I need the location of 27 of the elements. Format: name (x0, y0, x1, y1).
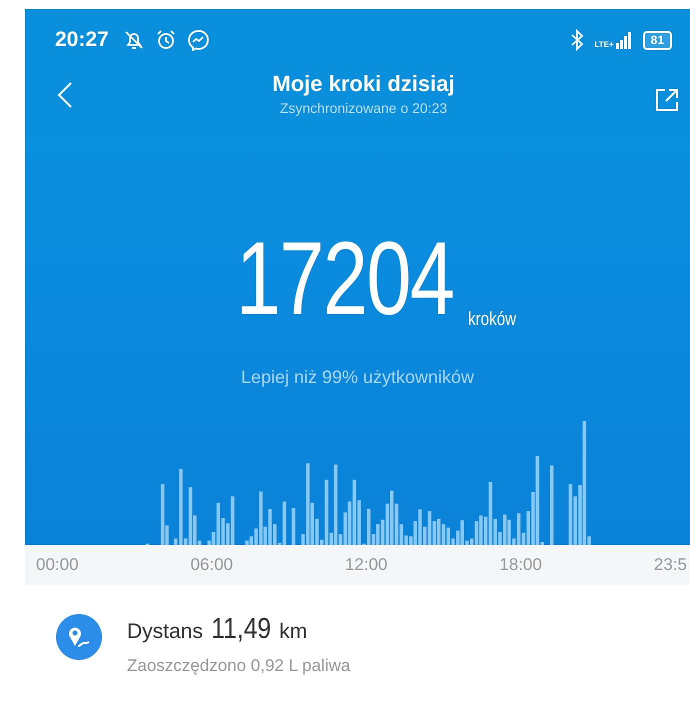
distance-unit: km (279, 620, 308, 644)
page-title: Moje kroki dzisiaj (272, 71, 455, 97)
status-time: 20:27 (55, 28, 109, 52)
step-unit: kroków (468, 308, 516, 331)
sync-time: Zsynchronizowane o 20:23 (280, 100, 448, 116)
time-label: 23:5 (654, 555, 687, 575)
notifications-off-icon (122, 29, 145, 51)
alarm-icon (154, 29, 177, 51)
signal-icon (614, 31, 633, 49)
time-label: 06:00 (190, 555, 234, 575)
battery-indicator: 81 (642, 30, 672, 50)
comparison-text: Lepiej niż 99% użytkowników (240, 366, 474, 388)
distance-label: Dystans (127, 620, 203, 644)
step-bar (174, 538, 178, 545)
bluetooth-icon (570, 29, 584, 51)
messenger-icon (186, 29, 209, 51)
fuel-saved-text: Zaoszczędzono 0,92 L paliwa (127, 656, 350, 676)
share-button[interactable] (654, 87, 680, 113)
location-icon (55, 613, 103, 661)
step-count: 17204 (236, 233, 454, 327)
network-type: LTE+ (594, 41, 614, 49)
time-label: 00:00 (36, 555, 80, 575)
back-button[interactable] (57, 81, 73, 109)
time-label: 12:00 (344, 555, 388, 575)
step-bar (292, 508, 296, 545)
time-label: 18:00 (499, 555, 543, 575)
distance-value: 11,49 (211, 613, 271, 646)
